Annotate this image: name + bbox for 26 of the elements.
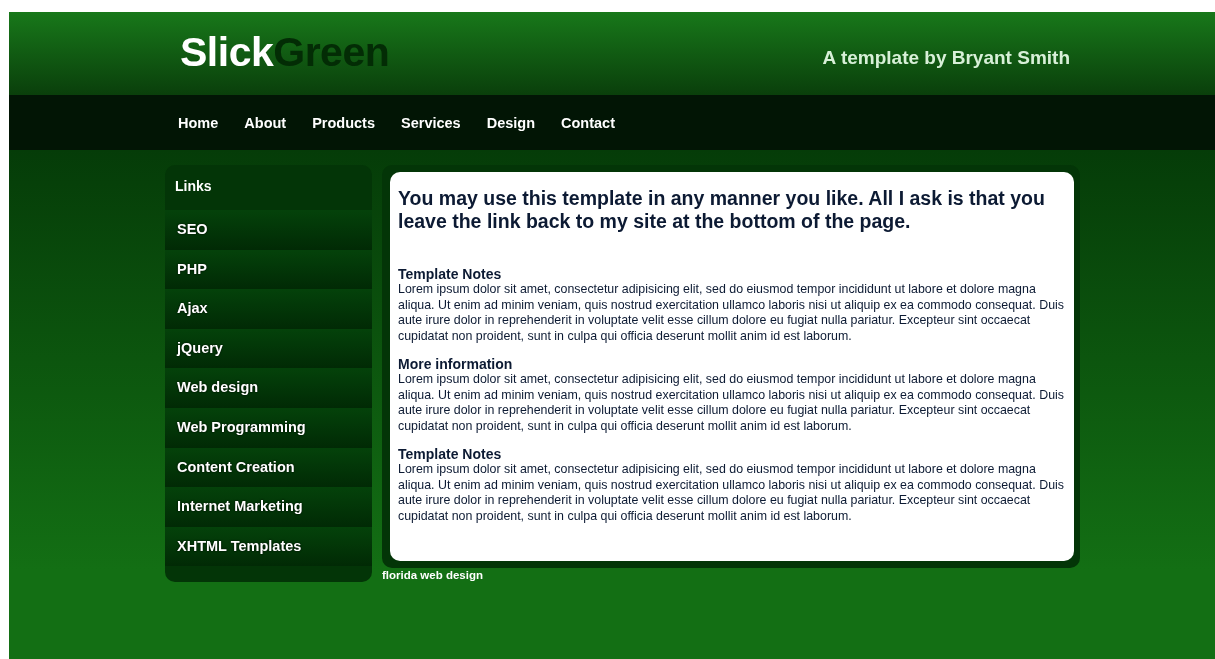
sidebar-link[interactable]: jQuery (165, 328, 372, 369)
sidebar-link[interactable]: Web Programming (165, 407, 372, 448)
sidebar-link[interactable]: Internet Marketing (165, 487, 372, 527)
sidebar-link[interactable]: PHP (165, 249, 372, 290)
nav-link[interactable]: Contact (561, 114, 615, 131)
tagline: A template by Bryant Smith (822, 47, 1070, 69)
section-text: Lorem ipsum dolor sit amet, consectetur adipisicing elit, sed do eiusmod tempor incididunt ut labore et dolore magna aliqua. Ut enim ad minim veniam, quis nostrud exercitation ullamco laboris nisi ut aliquip ex ea commodo consequat. Duis aute irure dolor in reprehenderit in voluptate velit esse cillum dolore eu fugiat nulla pariatur. Excepteur sint occaecat cupidatat non proident, sunt in culpa qui officia deserunt mollit anim id est laborum. (398, 282, 1065, 344)
intro-heading: You may use this template in any manner you like. All I ask is that you leave the link back to my site at the bottom of the page. (398, 187, 1046, 233)
sidebar-title: Links (174, 177, 213, 196)
sidebar-link[interactable]: Web design (165, 368, 372, 408)
nav-link[interactable]: Products (312, 114, 375, 131)
section-title: Template Notes (398, 266, 503, 282)
site-logo[interactable]: SlickGreen (180, 29, 390, 76)
sidebar-link[interactable]: XHTML Templates (165, 526, 372, 567)
sidebar-link[interactable]: Ajax (165, 289, 372, 329)
nav-link[interactable]: Design (486, 114, 536, 131)
footer-link[interactable]: florida web design (382, 569, 1080, 581)
nav-link[interactable]: Home (178, 114, 219, 131)
section-text: Lorem ipsum dolor sit amet, consectetur adipisicing elit, sed do eiusmod tempor incididunt ut labore et dolore magna aliqua. Ut enim ad minim veniam, quis nostrud exercitation ullamco laboris nisi ut aliquip ex ea commodo consequat. Duis aute irure dolor in reprehenderit in voluptate velit esse cillum dolore eu fugiat nulla pariatur. Excepteur sint occaecat cupidatat non proident, sunt in culpa qui officia deserunt mollit anim id est laborum. (398, 372, 1065, 434)
sidebar-link[interactable]: Content Creation (165, 447, 372, 488)
sidebar-link[interactable]: SEO (165, 210, 372, 250)
nav-link[interactable]: Services (401, 114, 461, 131)
section-title: More information (398, 356, 514, 372)
nav-link[interactable]: About (244, 114, 287, 131)
section-title: Template Notes (398, 446, 503, 462)
section-text: Lorem ipsum dolor sit amet, consectetur adipisicing elit, sed do eiusmod tempor incididunt ut labore et dolore magna aliqua. Ut enim ad minim veniam, quis nostrud exercitation ullamco laboris nisi ut aliquip ex ea commodo consequat. Duis aute irure dolor in reprehenderit in voluptate velit esse cillum dolore eu fugiat nulla pariatur. Excepteur sint occaecat cupidatat non proident, sunt in culpa qui officia deserunt mollit anim id est laborum. (398, 462, 1065, 524)
